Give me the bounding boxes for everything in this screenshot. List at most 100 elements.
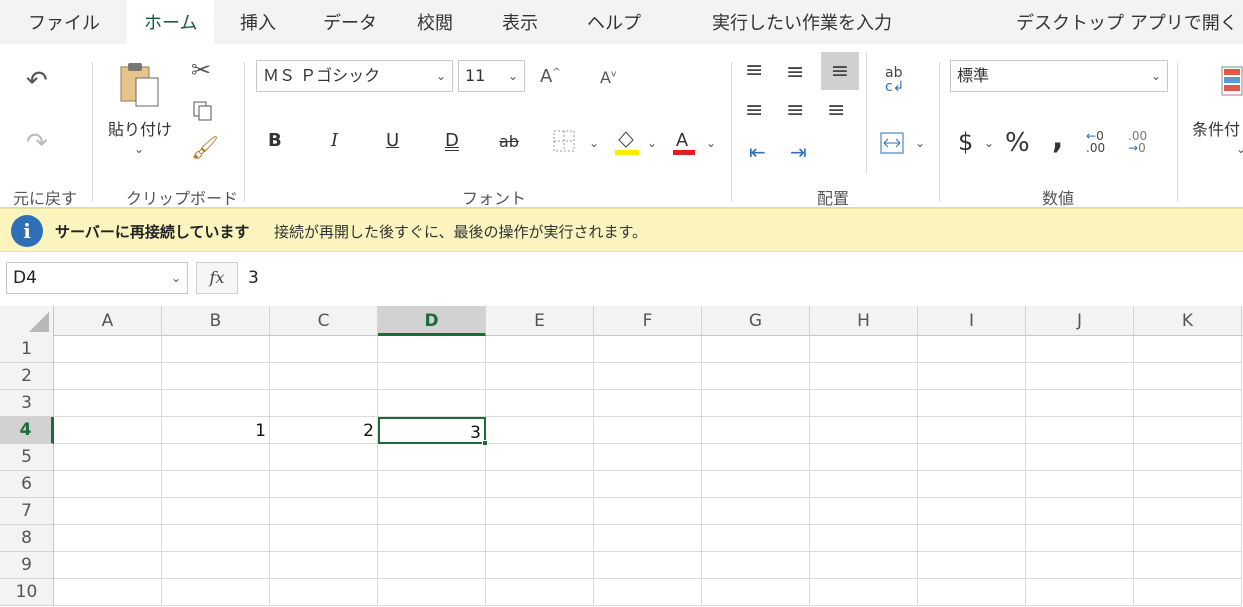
cell[interactable] bbox=[270, 390, 378, 417]
conditional-formatting-icon[interactable] bbox=[1221, 66, 1243, 100]
undo-icon[interactable]: ↶ bbox=[26, 68, 48, 94]
conditional-formatting-dropdown-icon[interactable]: ⌄ bbox=[1236, 142, 1243, 156]
font-color-icon[interactable]: A bbox=[672, 128, 696, 160]
column-header-a[interactable]: A bbox=[54, 306, 162, 336]
paste-button[interactable]: 貼り付け bbox=[108, 116, 172, 140]
increase-decimal-icon[interactable]: ←0.00 bbox=[1086, 130, 1105, 154]
cell[interactable] bbox=[486, 552, 594, 579]
cell[interactable] bbox=[486, 525, 594, 552]
format-painter-icon[interactable]: 🖌 bbox=[191, 138, 219, 160]
font-color-dropdown-icon[interactable]: ⌄ bbox=[706, 136, 716, 150]
cell[interactable] bbox=[594, 498, 702, 525]
tab-view[interactable]: 表示 bbox=[502, 0, 538, 44]
row-header-7[interactable]: 7 bbox=[0, 498, 54, 525]
cell[interactable] bbox=[162, 579, 270, 606]
formula-input[interactable]: 3 bbox=[248, 268, 259, 288]
cell[interactable] bbox=[378, 444, 486, 471]
cell[interactable] bbox=[1134, 579, 1242, 606]
row-header-6[interactable]: 6 bbox=[0, 471, 54, 498]
column-header-e[interactable]: E bbox=[486, 306, 594, 336]
column-header-d[interactable]: D bbox=[378, 306, 486, 336]
cell[interactable] bbox=[810, 471, 918, 498]
cell[interactable] bbox=[54, 525, 162, 552]
column-header-c[interactable]: C bbox=[270, 306, 378, 336]
column-header-g[interactable]: G bbox=[702, 306, 810, 336]
cell[interactable] bbox=[702, 498, 810, 525]
cell[interactable] bbox=[702, 471, 810, 498]
cell[interactable] bbox=[594, 390, 702, 417]
cell[interactable] bbox=[702, 525, 810, 552]
number-format-select[interactable]: 標準 ⌄ bbox=[950, 60, 1168, 92]
font-size-select[interactable]: 11 ⌄ bbox=[458, 60, 525, 92]
tab-home[interactable]: ホーム bbox=[127, 0, 215, 44]
cell-value[interactable]: 2 bbox=[270, 417, 378, 444]
cell[interactable] bbox=[162, 552, 270, 579]
column-header-f[interactable]: F bbox=[594, 306, 702, 336]
align-left-icon[interactable]: ≡ bbox=[745, 100, 763, 122]
row-header-2[interactable]: 2 bbox=[0, 363, 54, 390]
merge-dropdown-icon[interactable]: ⌄ bbox=[915, 136, 925, 150]
cell[interactable] bbox=[378, 498, 486, 525]
spreadsheet-grid[interactable]: A B C D E F G H I J K 1 2 3 4 5 6 7 8 9 10 1 2 3 bbox=[0, 306, 1243, 607]
cell[interactable] bbox=[918, 579, 1026, 606]
cell[interactable] bbox=[162, 525, 270, 552]
cell[interactable] bbox=[1026, 525, 1134, 552]
row-header-1[interactable]: 1 bbox=[0, 336, 54, 363]
cell[interactable] bbox=[486, 471, 594, 498]
tab-insert[interactable]: 挿入 bbox=[240, 0, 276, 44]
cell[interactable] bbox=[162, 390, 270, 417]
cell[interactable] bbox=[270, 471, 378, 498]
tab-review[interactable]: 校閲 bbox=[417, 0, 453, 44]
cell[interactable] bbox=[1026, 336, 1134, 363]
row-header-8[interactable]: 8 bbox=[0, 525, 54, 552]
cell[interactable] bbox=[54, 390, 162, 417]
cell[interactable] bbox=[594, 363, 702, 390]
cell[interactable] bbox=[918, 390, 1026, 417]
cell[interactable] bbox=[1026, 444, 1134, 471]
cell[interactable] bbox=[918, 444, 1026, 471]
cell[interactable] bbox=[702, 363, 810, 390]
fill-handle[interactable] bbox=[482, 440, 488, 446]
cell[interactable] bbox=[810, 363, 918, 390]
row-header-4[interactable]: 4 bbox=[0, 417, 54, 444]
paste-dropdown-icon[interactable]: ⌄ bbox=[134, 142, 144, 156]
cell[interactable] bbox=[1134, 525, 1242, 552]
cell[interactable] bbox=[1134, 390, 1242, 417]
cell[interactable] bbox=[702, 390, 810, 417]
cell[interactable] bbox=[54, 363, 162, 390]
cell[interactable] bbox=[918, 336, 1026, 363]
cell[interactable] bbox=[702, 579, 810, 606]
align-center-icon[interactable]: ≡ bbox=[786, 100, 804, 122]
cell[interactable] bbox=[1026, 417, 1134, 444]
align-bottom-icon[interactable]: ≡ bbox=[821, 52, 859, 90]
align-middle-icon[interactable]: ≡ bbox=[786, 62, 804, 84]
conditional-formatting-button[interactable]: 条件付 bbox=[1192, 116, 1240, 140]
tab-file[interactable]: ファイル bbox=[28, 0, 100, 44]
cell[interactable] bbox=[810, 417, 918, 444]
cell[interactable] bbox=[486, 498, 594, 525]
name-box[interactable]: D4 ⌄ bbox=[6, 262, 188, 294]
cell[interactable] bbox=[162, 336, 270, 363]
cell[interactable] bbox=[1026, 579, 1134, 606]
cell-value[interactable]: 1 bbox=[162, 417, 270, 444]
cell[interactable] bbox=[810, 444, 918, 471]
cell[interactable] bbox=[54, 336, 162, 363]
cell[interactable] bbox=[378, 552, 486, 579]
cell[interactable] bbox=[162, 363, 270, 390]
cell[interactable] bbox=[54, 444, 162, 471]
underline-button[interactable]: U bbox=[386, 132, 399, 150]
cell[interactable] bbox=[1026, 552, 1134, 579]
active-cell[interactable]: 3 bbox=[378, 417, 486, 444]
cell[interactable] bbox=[270, 363, 378, 390]
cell[interactable] bbox=[1134, 336, 1242, 363]
currency-button[interactable]: $ bbox=[958, 130, 973, 154]
cell[interactable] bbox=[1134, 498, 1242, 525]
decrease-decimal-icon[interactable]: .00 →0 bbox=[1128, 130, 1147, 154]
cell[interactable] bbox=[918, 525, 1026, 552]
cell[interactable] bbox=[918, 552, 1026, 579]
strikethrough-button[interactable]: ab bbox=[499, 134, 519, 150]
currency-dropdown-icon[interactable]: ⌄ bbox=[984, 136, 994, 150]
cell[interactable] bbox=[162, 471, 270, 498]
borders-dropdown-icon[interactable]: ⌄ bbox=[589, 136, 599, 150]
cell[interactable] bbox=[1134, 552, 1242, 579]
